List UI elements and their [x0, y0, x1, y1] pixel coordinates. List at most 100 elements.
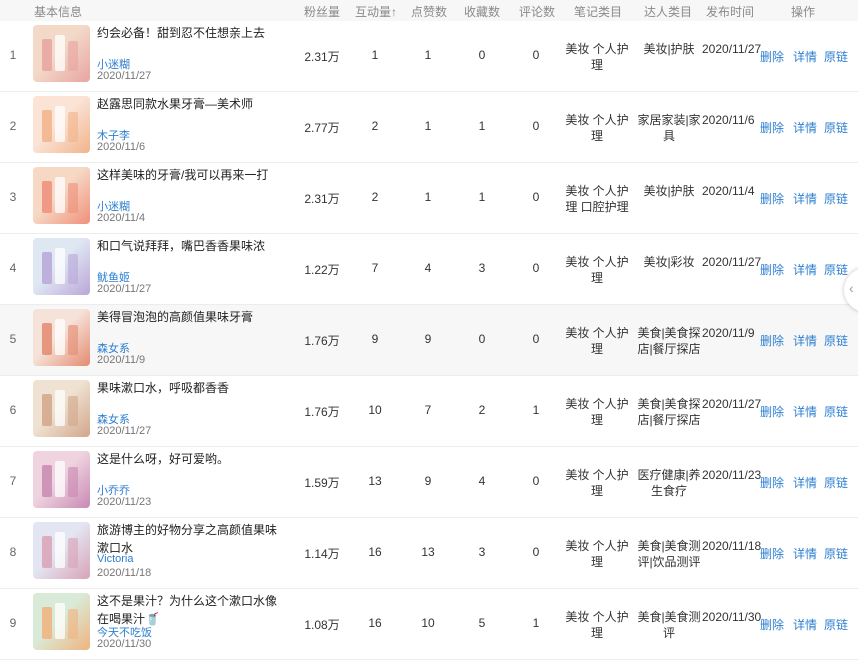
like-count: 10	[421, 616, 435, 630]
delete-button[interactable]: 删除	[760, 545, 784, 562]
detail-button[interactable]: 详情	[793, 616, 817, 633]
like-count: 9	[424, 474, 432, 488]
note-title[interactable]: 这是什么呀，好可爱哟。	[97, 450, 285, 468]
col-comments[interactable]: 评论数	[519, 3, 555, 20]
like-count: 13	[421, 545, 435, 559]
fans-count: 1.59万	[304, 476, 340, 490]
col-likes[interactable]: 点赞数	[411, 3, 447, 20]
delete-button[interactable]: 删除	[760, 616, 784, 633]
note-title[interactable]: 约会必备！甜到忍不住想亲上去	[97, 24, 285, 42]
row-index: 4	[9, 261, 17, 275]
col-interactions[interactable]: 互动量↑	[355, 3, 397, 20]
note-thumbnail[interactable]	[33, 522, 90, 579]
row-index: 3	[9, 190, 17, 204]
note-title[interactable]: 和口气说拜拜，嘴巴香香果味浓	[97, 237, 285, 255]
interaction-count: 13	[368, 474, 382, 488]
delete-button[interactable]: 删除	[760, 332, 784, 349]
comment-count: 0	[532, 332, 540, 346]
detail-button[interactable]: 详情	[793, 190, 817, 207]
detail-button[interactable]: 详情	[793, 403, 817, 420]
comment-count: 1	[532, 403, 540, 417]
publish-time: 2020/11/18	[702, 539, 762, 553]
detail-button[interactable]: 详情	[793, 119, 817, 136]
chevron-left-icon: ‹	[849, 280, 854, 296]
delete-button[interactable]: 删除	[760, 403, 784, 420]
table-row[interactable]: 2 赵露思同款水果牙膏—美术师 木子李 2020/11/6 2.77万 2 1 …	[0, 92, 858, 163]
interaction-count: 9	[371, 332, 379, 346]
note-thumbnail[interactable]	[33, 96, 90, 153]
product-image-icon	[42, 532, 78, 568]
table-row[interactable]: 9 这不是果汁？为什么这个漱口水像在喝果汁🥤 今天不吃饭 2020/11/30 …	[0, 589, 858, 660]
col-basic-info: 基本信息	[34, 5, 83, 19]
author-link[interactable]: Victoria	[97, 553, 133, 565]
note-title[interactable]: 赵露思同款水果牙膏—美术师	[97, 95, 285, 113]
table-row[interactable]: 3 这样美味的牙膏/我可以再来一打 小迷糊 2020/11/4 2.31万 2 …	[0, 163, 858, 234]
publish-time: 2020/11/27	[702, 255, 762, 269]
table-row[interactable]: 7 这是什么呀，好可爱哟。 小乔乔 2020/11/23 1.59万 13 9 …	[0, 447, 858, 518]
note-thumbnail[interactable]	[33, 451, 90, 508]
note-thumbnail[interactable]	[33, 309, 90, 366]
note-thumbnail[interactable]	[33, 593, 90, 650]
col-favorites[interactable]: 收藏数	[464, 3, 500, 20]
product-image-icon	[42, 248, 78, 284]
note-category: 美妆 个人护理 口腔护理	[565, 184, 629, 214]
note-date: 2020/11/30	[97, 638, 152, 650]
note-category: 美妆 个人护理	[565, 255, 629, 285]
table-row[interactable]: 8 旅游博主的好物分享之高颜值果味漱口水 Victoria 2020/11/18…	[0, 518, 858, 589]
original-link-button[interactable]: 原链	[824, 48, 848, 65]
note-date: 2020/11/27	[97, 70, 152, 82]
note-date: 2020/11/4	[97, 212, 146, 224]
note-title[interactable]: 果味漱口水，呼吸都香香	[97, 379, 285, 397]
comment-count: 0	[532, 48, 540, 62]
col-fans[interactable]: 粉丝量	[304, 3, 340, 20]
detail-button[interactable]: 详情	[793, 48, 817, 65]
product-image-icon	[42, 106, 78, 142]
detail-button[interactable]: 详情	[793, 332, 817, 349]
table-row[interactable]: 5 美得冒泡泡的高颜值果味牙膏 森女系 2020/11/9 1.76万 9 9 …	[0, 305, 858, 376]
original-link-button[interactable]: 原链	[824, 261, 848, 278]
detail-button[interactable]: 详情	[793, 474, 817, 491]
delete-button[interactable]: 删除	[760, 261, 784, 278]
favorite-count: 1	[478, 119, 486, 133]
interaction-count: 2	[371, 119, 379, 133]
original-link-button[interactable]: 原链	[824, 403, 848, 420]
row-index: 1	[9, 48, 17, 62]
comment-count: 0	[532, 261, 540, 275]
delete-button[interactable]: 删除	[760, 190, 784, 207]
interaction-count: 1	[371, 48, 379, 62]
original-link-button[interactable]: 原链	[824, 545, 848, 562]
original-link-button[interactable]: 原链	[824, 332, 848, 349]
table-row[interactable]: 1 约会必备！甜到忍不住想亲上去 小迷糊 2020/11/27 2.31万 1 …	[0, 21, 858, 92]
talent-category: 美妆|护肤	[643, 184, 695, 198]
note-thumbnail[interactable]	[33, 167, 90, 224]
original-link-button[interactable]: 原链	[824, 190, 848, 207]
original-link-button[interactable]: 原链	[824, 474, 848, 491]
table-row[interactable]: 4 和口气说拜拜，嘴巴香香果味浓 鱿鱼姬 2020/11/27 1.22万 7 …	[0, 234, 858, 305]
original-link-button[interactable]: 原链	[824, 616, 848, 633]
col-publish-time[interactable]: 发布时间	[706, 3, 754, 20]
delete-button[interactable]: 删除	[760, 48, 784, 65]
row-index: 7	[9, 474, 17, 488]
fans-count: 1.14万	[304, 547, 340, 561]
note-category: 美妆 个人护理	[565, 539, 629, 569]
note-category: 美妆 个人护理	[565, 468, 629, 498]
detail-button[interactable]: 详情	[793, 261, 817, 278]
note-thumbnail[interactable]	[33, 25, 90, 82]
original-link-button[interactable]: 原链	[824, 119, 848, 136]
delete-button[interactable]: 删除	[760, 119, 784, 136]
note-title[interactable]: 美得冒泡泡的高颜值果味牙膏	[97, 308, 285, 326]
detail-button[interactable]: 详情	[793, 545, 817, 562]
note-title[interactable]: 旅游博主的好物分享之高颜值果味漱口水	[97, 521, 285, 557]
table-row[interactable]: 6 果味漱口水，呼吸都香香 森女系 2020/11/27 1.76万 10 7 …	[0, 376, 858, 447]
note-title[interactable]: 这不是果汁？为什么这个漱口水像在喝果汁🥤	[97, 592, 285, 628]
like-count: 1	[424, 48, 432, 62]
delete-button[interactable]: 删除	[760, 474, 784, 491]
note-category: 美妆 个人护理	[565, 397, 629, 427]
col-actions: 操作	[791, 5, 816, 19]
talent-category: 美食|美食测评	[637, 610, 701, 640]
note-title[interactable]: 这样美味的牙膏/我可以再来一打	[97, 166, 285, 184]
favorite-count: 4	[478, 474, 486, 488]
product-image-icon	[42, 461, 78, 497]
note-thumbnail[interactable]	[33, 380, 90, 437]
note-thumbnail[interactable]	[33, 238, 90, 295]
